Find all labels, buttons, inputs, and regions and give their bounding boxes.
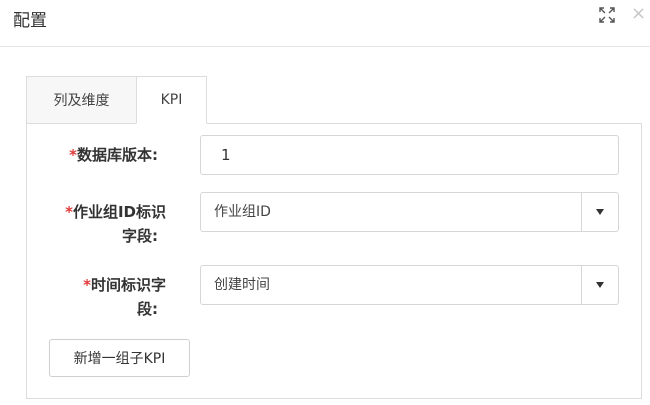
group-id-field-select[interactable]: 作业组ID <box>200 192 619 232</box>
select-value: 创建时间 <box>214 277 270 293</box>
time-field-select[interactable]: 创建时间 <box>200 265 619 305</box>
tab-label: 列及维度 <box>53 93 110 109</box>
db-version-input[interactable] <box>200 135 619 175</box>
tab-columns-dimensions[interactable]: 列及维度 <box>26 76 136 124</box>
header-divider <box>0 46 650 47</box>
caret-down-icon[interactable] <box>581 266 618 304</box>
db-version-label: *数据库版本: <box>69 146 158 164</box>
maximize-icon[interactable] <box>597 5 617 25</box>
dialog-title: 配置 <box>13 11 47 31</box>
tab-label: KPI <box>160 92 183 108</box>
time-field-label: *时间标识字 段: <box>83 276 166 318</box>
caret-down-icon[interactable] <box>581 193 618 231</box>
tab-kpi[interactable]: KPI <box>136 76 207 124</box>
add-sub-kpi-group-button[interactable]: 新增一组子KPI <box>49 339 190 377</box>
button-label: 新增一组子KPI <box>73 351 166 367</box>
close-icon[interactable]: × <box>631 4 646 24</box>
group-id-field-label: *作业组ID标识 字段: <box>65 203 166 245</box>
select-value: 作业组ID <box>214 204 271 220</box>
